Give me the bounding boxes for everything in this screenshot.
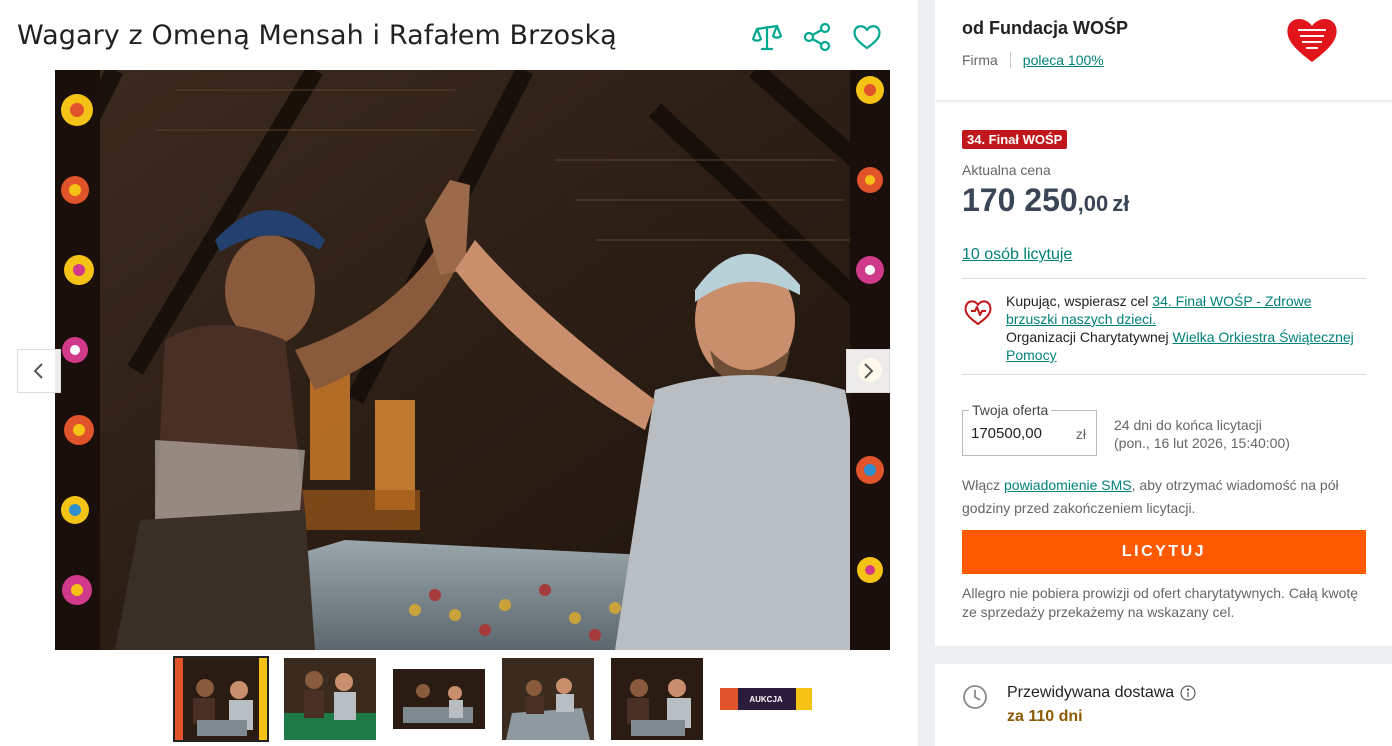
sms-prefix: Włącz [962, 477, 1004, 493]
thumbnail-strip: AUKCJA [173, 656, 812, 742]
main-photo-image [55, 70, 890, 650]
page-title: Wagary z Omeną Mensah i Rafałem Brzoską [17, 20, 617, 51]
favorite-button[interactable] [850, 20, 884, 54]
charity-org-prefix: Organizacji Charytatywnej [1006, 329, 1173, 345]
thumbnail-image [502, 658, 594, 740]
auction-days-left: 24 dni do końca licytacji [1114, 417, 1262, 433]
sms-notification-link[interactable]: powiadomienie SMS [1004, 477, 1132, 493]
offer-currency: zł [1075, 426, 1086, 442]
delivery-value: za 110 dni [1007, 708, 1083, 725]
thumbnail-1[interactable] [173, 656, 269, 742]
main-photo[interactable] [55, 70, 890, 650]
chevron-left-icon [33, 363, 43, 379]
share-icon [803, 22, 831, 52]
event-badge: 34. Finał WOŚP [962, 130, 1068, 149]
scales-icon [751, 24, 783, 51]
compare-button[interactable] [750, 20, 784, 54]
product-gallery-section: Wagary z Omeną Mensah i Rafałem Brzoską [0, 0, 918, 746]
offer-input[interactable] [971, 425, 1061, 442]
thumbnail-4[interactable] [502, 658, 594, 740]
seller-panel: od Fundacja WOŚP Firma poleca 100% [935, 0, 1392, 100]
share-button[interactable] [800, 20, 834, 54]
thumbnail-image [175, 658, 267, 740]
price-currency: zł [1112, 191, 1130, 216]
gallery-prev-button[interactable] [17, 349, 61, 393]
gallery-next-button[interactable] [846, 349, 890, 393]
sms-notice: Włącz powiadomienie SMS, aby otrzymać wi… [962, 474, 1366, 520]
auction-end-info: 24 dni do końca licytacji (pon., 16 lut … [1114, 416, 1290, 452]
divider [962, 374, 1366, 375]
offer-label: Twoja oferta [969, 402, 1052, 418]
thumbnail-5[interactable] [611, 658, 703, 740]
auction-end-date: (pon., 16 lut 2026, 15:40:00) [1114, 435, 1290, 451]
wosp-heart-logo[interactable] [1285, 14, 1339, 64]
info-icon[interactable] [1180, 685, 1196, 701]
seller-meta: Firma poleca 100% [962, 52, 1104, 68]
title-actions [750, 20, 884, 54]
charity-info: Kupując, wspierasz cel 34. Finał WOŚP - … [962, 292, 1366, 364]
delivery-panel: Przewidywana dostawa za 110 dni [935, 664, 1392, 746]
bid-panel: 34. Finał WOŚP Aktualna cena 170 250,00 z… [935, 102, 1392, 646]
seller-rating-link[interactable]: poleca 100% [1023, 52, 1104, 68]
thumbnail-6[interactable]: AUKCJA [720, 688, 812, 710]
thumbnail-image [284, 658, 376, 740]
price-decimal: ,00 [1077, 191, 1109, 216]
price-label: Aktualna cena [962, 162, 1051, 178]
heart-charity-icon [964, 300, 992, 325]
divider [1009, 52, 1011, 68]
bid-button[interactable]: LICYTUJ [962, 530, 1366, 574]
seller-type: Firma [962, 52, 998, 68]
chevron-right-icon [864, 363, 874, 379]
seller-name: od Fundacja WOŚP [962, 18, 1129, 38]
charity-text: Kupując, wspierasz cel 34. Finał WOŚP - … [1006, 292, 1366, 364]
bidders-link[interactable]: 10 osób licytuje [962, 246, 1072, 264]
offer-field: Twoja oferta zł [962, 402, 1097, 456]
delivery-label: Przewidywana dostawa [1007, 684, 1175, 701]
divider [962, 278, 1366, 279]
heart-icon [853, 25, 881, 50]
charity-prefix: Kupując, wspierasz cel [1006, 293, 1153, 309]
thumbnail-3[interactable] [393, 669, 485, 729]
thumbnail-image [611, 658, 703, 740]
thumbnail-image [393, 669, 485, 729]
thumbnail-image: AUKCJA [720, 688, 812, 710]
delivery-label-row: Przewidywana dostawa [1007, 684, 1196, 702]
thumbnail-2[interactable] [284, 658, 376, 740]
thumbnail-label: AUKCJA [749, 695, 783, 704]
price-main: 170 250 [962, 182, 1078, 218]
clock-icon [963, 685, 987, 709]
fee-note: Allegro nie pobiera prowizji od ofert ch… [962, 585, 1359, 620]
current-price: 170 250,00 zł [962, 182, 1129, 219]
